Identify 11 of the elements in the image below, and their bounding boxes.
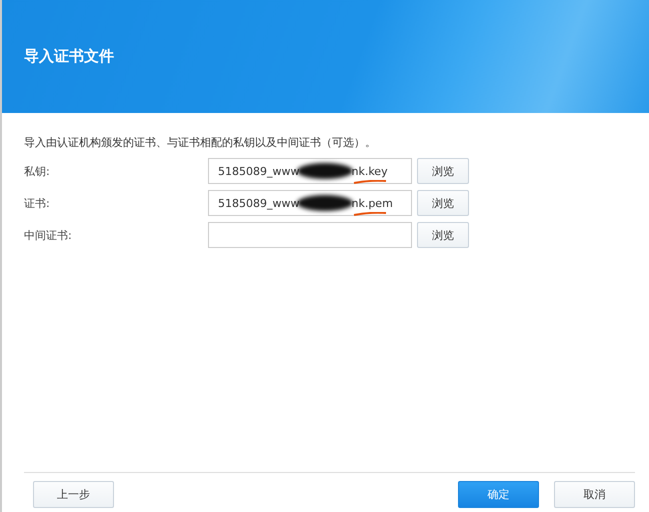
field-label: 证书:	[24, 196, 51, 210]
dialog-title: 导入证书文件	[24, 47, 114, 66]
browse-button[interactable]: 浏览	[417, 222, 469, 248]
description-text: 导入由认证机构颁发的证书、与证书相配的私钥以及中间证书（可选）。	[24, 135, 377, 150]
field-label: 私钥:	[24, 164, 51, 178]
browse-button[interactable]: 浏览	[417, 158, 469, 184]
file-path-field[interactable]	[208, 222, 412, 248]
cancel-button[interactable]: 取消	[554, 481, 635, 508]
field-label: 中间证书:	[24, 228, 73, 242]
back-button[interactable]: 上一步	[33, 481, 114, 508]
browse-button[interactable]: 浏览	[417, 190, 469, 216]
